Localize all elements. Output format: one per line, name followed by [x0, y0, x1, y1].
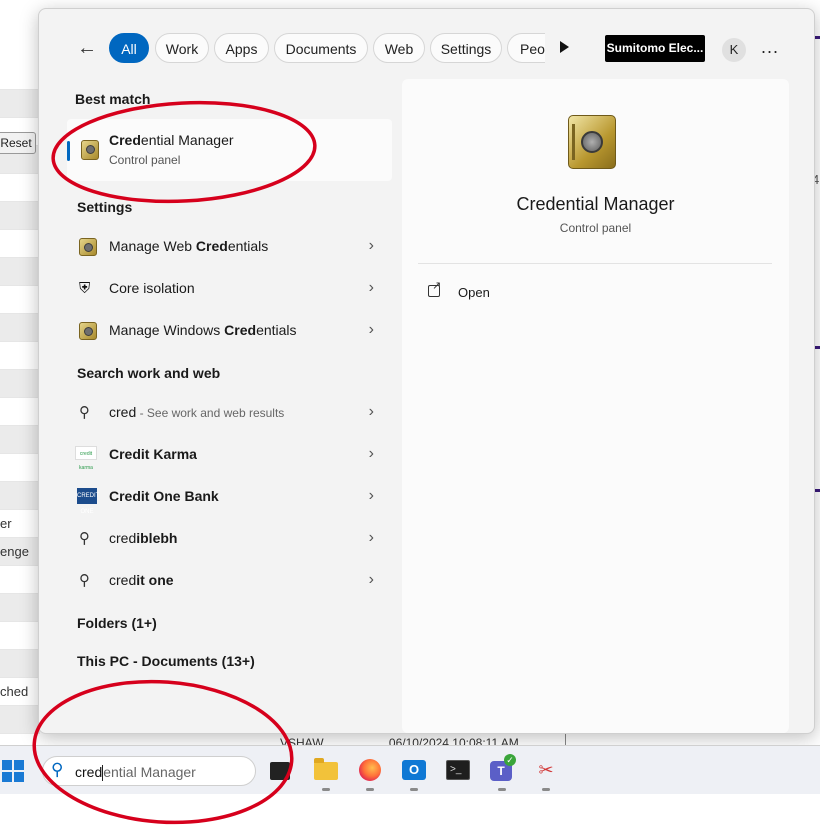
credential-safe-icon: [79, 322, 97, 340]
taskbar: ⚲ credential Manager O >_ T ✓ ✂: [0, 745, 820, 794]
terminal-icon[interactable]: >_: [444, 756, 472, 784]
best-match-subtitle: Control panel: [109, 153, 181, 167]
settings-heading: Settings: [77, 199, 133, 215]
credit-karma-logo: credit karma: [75, 446, 97, 471]
chevron-right-icon: ›: [368, 279, 374, 296]
credit-one-logo: CREDIT ONE: [77, 488, 99, 515]
background-row: [0, 454, 40, 482]
chevron-right-icon: ›: [368, 529, 374, 546]
this-pc-documents-heading[interactable]: This PC - Documents (13+): [77, 653, 255, 669]
chevron-right-icon: ›: [368, 445, 374, 462]
chevron-right-icon: ›: [368, 403, 374, 420]
shield-icon: ⛨: [79, 280, 91, 297]
best-match-result[interactable]: Credential Manager Control panel: [67, 119, 392, 181]
firefox-icon[interactable]: [356, 756, 384, 791]
preview-subtitle: Control panel: [559, 221, 632, 235]
outlook-icon[interactable]: O: [400, 756, 428, 791]
folders-heading[interactable]: Folders (1+): [77, 615, 157, 631]
web-item-cred[interactable]: ⚲ cred - See work and web results ›: [67, 393, 392, 433]
background-row: [0, 594, 40, 622]
background-row: er: [0, 510, 40, 538]
background-row: [0, 342, 40, 370]
background-row: [0, 258, 40, 286]
settings-item-manage-web-credentials[interactable]: Manage Web Credentials ›: [67, 227, 392, 267]
credential-safe-icon: [79, 238, 97, 256]
open-external-icon: [428, 279, 441, 297]
back-arrow-icon[interactable]: ←: [75, 37, 99, 59]
filter-settings[interactable]: Settings: [430, 33, 502, 63]
search-panel: ← All Work Apps Documents Web Settings P…: [38, 8, 815, 734]
best-match-heading: Best match: [75, 91, 151, 107]
filter-apps[interactable]: Apps: [214, 33, 269, 63]
chevron-right-icon: ›: [368, 571, 374, 588]
web-item-credit-one[interactable]: ⚲ credit one ›: [67, 561, 392, 601]
preview-pane: Credential Manager Control panel Open: [402, 79, 789, 733]
background-row: [0, 314, 40, 342]
background-table: er enge ched: [0, 62, 40, 734]
reset-button[interactable]: Reset: [0, 132, 36, 154]
filter-people[interactable]: Peo: [507, 33, 545, 63]
filter-bar: ← All Work Apps Documents Web Settings P…: [39, 9, 814, 79]
chevron-right-icon: ›: [368, 321, 374, 338]
web-item-credit-one-bank[interactable]: CREDIT ONE Credit One Bank ›: [67, 477, 392, 517]
background-row: [0, 286, 40, 314]
background-row: [0, 706, 40, 734]
chevron-right-icon: ›: [368, 487, 374, 504]
search-icon: ⚲: [79, 572, 90, 589]
organization-badge[interactable]: Sumitomo Elec...: [605, 35, 705, 62]
preview-title: Credential Manager: [516, 194, 675, 214]
background-row: [0, 174, 40, 202]
background-row: [0, 482, 40, 510]
taskbar-search-input[interactable]: ⚲ credential Manager: [42, 756, 256, 786]
web-item-credit-karma[interactable]: credit karma Credit Karma ›: [67, 435, 392, 475]
background-row: [0, 426, 40, 454]
play-arrow-icon[interactable]: [560, 41, 569, 53]
credential-safe-icon: [81, 140, 99, 160]
results-list: Best match Credential Manager Control pa…: [39, 79, 394, 733]
divider: [418, 263, 772, 264]
filter-web[interactable]: Web: [373, 33, 425, 63]
background-row: [0, 566, 40, 594]
open-action-label: Open: [458, 285, 490, 300]
background-row: ched: [0, 678, 40, 706]
background-row: [0, 622, 40, 650]
filter-work[interactable]: Work: [155, 33, 209, 63]
snipping-tool-icon[interactable]: ✂: [532, 756, 560, 791]
file-explorer-icon[interactable]: [312, 756, 340, 791]
avatar[interactable]: K: [722, 38, 746, 62]
filter-all[interactable]: All: [109, 33, 149, 63]
search-icon: ⚲: [79, 530, 90, 547]
background-row: [0, 202, 40, 230]
background-row: [0, 90, 40, 118]
best-match-title: Credential Manager: [109, 132, 234, 148]
search-icon: ⚲: [51, 760, 64, 779]
background-row: [0, 230, 40, 258]
settings-item-manage-windows-credentials[interactable]: Manage Windows Credentials ›: [67, 311, 392, 351]
web-item-crediblebh[interactable]: ⚲ crediblebh ›: [67, 519, 392, 559]
windows-start-icon[interactable]: [2, 760, 24, 782]
credential-safe-icon: [568, 115, 616, 169]
chevron-right-icon: ›: [368, 237, 374, 254]
selection-accent: [67, 141, 70, 161]
more-options-icon[interactable]: ...: [761, 37, 779, 58]
background-row: [0, 370, 40, 398]
background-row: [0, 398, 40, 426]
filter-documents[interactable]: Documents: [274, 33, 368, 63]
background-row: [0, 62, 40, 90]
settings-item-core-isolation[interactable]: ⛨ Core isolation ›: [67, 269, 392, 309]
background-row: enge: [0, 538, 40, 566]
background-row: [0, 650, 40, 678]
search-icon: ⚲: [79, 404, 90, 421]
search-web-heading: Search work and web: [77, 365, 221, 381]
teams-icon[interactable]: T ✓: [488, 754, 516, 791]
blank-app-icon[interactable]: [266, 756, 294, 784]
